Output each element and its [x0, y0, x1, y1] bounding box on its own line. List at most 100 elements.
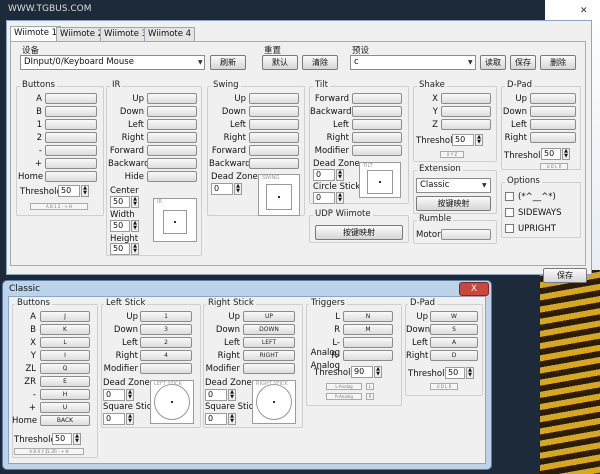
- dpad-threshold-input[interactable]: 50: [541, 148, 561, 160]
- ir-mapping-button[interactable]: [147, 132, 197, 143]
- trigger-mapping-button[interactable]: [343, 350, 393, 361]
- classic-threshold-input[interactable]: 50: [52, 433, 72, 445]
- shake-threshold-input[interactable]: 50: [452, 134, 474, 146]
- classic-button-mapping-button[interactable]: L: [40, 337, 90, 348]
- trigger-mapping-button[interactable]: N: [343, 311, 393, 322]
- swing-mapping-button[interactable]: [249, 158, 299, 169]
- buttons-mapping-button[interactable]: [45, 132, 97, 143]
- dpad-mapping-button[interactable]: [530, 93, 576, 104]
- height-input[interactable]: 50: [110, 243, 130, 255]
- motor-button[interactable]: [441, 229, 491, 240]
- tilt-mapping-button[interactable]: [352, 93, 402, 104]
- load-button[interactable]: 读取: [480, 55, 506, 70]
- classic-dpad-threshold-spinner[interactable]: ▲ ▼: [466, 367, 474, 379]
- tab-wiimote-4[interactable]: Wiimote 4: [144, 27, 196, 41]
- swing-mapping-button[interactable]: [249, 93, 299, 104]
- tilt-mapping-button[interactable]: [352, 145, 402, 156]
- shake-mapping-button[interactable]: [441, 106, 491, 117]
- width-spinner[interactable]: ▲ ▼: [131, 220, 139, 232]
- buttons-mapping-button[interactable]: [45, 106, 97, 117]
- shake-mapping-button[interactable]: [441, 93, 491, 104]
- sideways-checkbox[interactable]: [505, 208, 514, 217]
- buttons-mapping-button[interactable]: [45, 119, 97, 130]
- classic-button-mapping-button[interactable]: J: [40, 311, 90, 322]
- left-deadzone-input[interactable]: 0: [103, 389, 125, 401]
- classic-button-mapping-button[interactable]: U: [40, 402, 90, 413]
- swing-mapping-button[interactable]: [249, 106, 299, 117]
- classic-dpad-mapping-button[interactable]: D: [430, 350, 478, 361]
- tilt-mapping-button[interactable]: [352, 106, 402, 117]
- deadzone-spinner[interactable]: ▲ ▼: [234, 183, 242, 195]
- deadzone-input[interactable]: 0: [211, 183, 233, 195]
- ir-mapping-button[interactable]: [147, 171, 197, 182]
- right-stick-mapping-button[interactable]: DOWN: [243, 324, 295, 335]
- right-stick-mapping-button[interactable]: LEFT: [243, 337, 295, 348]
- tab-wiimote-1[interactable]: Wiimote 1: [10, 26, 62, 42]
- close-button[interactable]: X: [459, 282, 489, 296]
- option-checkbox-1[interactable]: [505, 192, 514, 201]
- circle-stick-spinner[interactable]: ▲ ▼: [336, 192, 344, 204]
- tilt-deadzone-input[interactable]: 0: [313, 169, 335, 181]
- classic-button-mapping-button[interactable]: E: [40, 376, 90, 387]
- swing-mapping-button[interactable]: [249, 145, 299, 156]
- classic-button-mapping-button[interactable]: Q: [40, 363, 90, 374]
- default-button[interactable]: 默认: [262, 55, 298, 70]
- left-deadzone-spinner[interactable]: ▲ ▼: [126, 389, 134, 401]
- center-input[interactable]: 50: [110, 196, 130, 208]
- swing-mapping-button[interactable]: [249, 119, 299, 130]
- right-square-spinner[interactable]: ▲ ▼: [228, 413, 236, 425]
- trigger-mapping-button[interactable]: M: [343, 324, 393, 335]
- udp-mapping-button[interactable]: 按键映射: [315, 225, 403, 240]
- dpad-mapping-button[interactable]: [530, 119, 576, 130]
- device-select[interactable]: DInput/0/Keyboard Mouse: [20, 55, 205, 70]
- left-square-spinner[interactable]: ▲ ▼: [126, 413, 134, 425]
- save-preset-button[interactable]: 保存: [510, 55, 536, 70]
- classic-dpad-mapping-button[interactable]: S: [430, 324, 478, 335]
- ir-mapping-button[interactable]: [147, 119, 197, 130]
- classic-button-mapping-button[interactable]: BACK: [40, 415, 90, 426]
- preset-select[interactable]: c: [350, 55, 476, 70]
- classic-dpad-threshold-input[interactable]: 50: [445, 367, 465, 379]
- triggers-threshold-input[interactable]: 90: [351, 366, 373, 378]
- extension-mapping-button[interactable]: 按键映射: [416, 196, 491, 211]
- refresh-button[interactable]: 刷新: [210, 55, 246, 70]
- threshold-input[interactable]: 50: [58, 185, 80, 197]
- shake-threshold-spinner[interactable]: ▲ ▼: [475, 134, 483, 146]
- swing-mapping-button[interactable]: [249, 132, 299, 143]
- right-stick-mapping-button[interactable]: RIGHT: [243, 350, 295, 361]
- classic-button-mapping-button[interactable]: H: [40, 389, 90, 400]
- extension-select[interactable]: Classic: [416, 178, 491, 193]
- right-deadzone-input[interactable]: 0: [205, 389, 227, 401]
- buttons-mapping-button[interactable]: [45, 158, 97, 169]
- shake-mapping-button[interactable]: [441, 119, 491, 130]
- tilt-mapping-button[interactable]: [352, 132, 402, 143]
- height-spinner[interactable]: ▲ ▼: [131, 243, 139, 255]
- ir-mapping-button[interactable]: [147, 145, 197, 156]
- right-stick-mapping-button[interactable]: [243, 363, 295, 374]
- left-stick-mapping-button[interactable]: 4: [140, 350, 192, 361]
- center-spinner[interactable]: ▲ ▼: [131, 196, 139, 208]
- save-button[interactable]: 保存: [543, 268, 587, 283]
- left-stick-mapping-button[interactable]: 2: [140, 337, 192, 348]
- classic-threshold-spinner[interactable]: ▲ ▼: [73, 433, 81, 445]
- right-stick-mapping-button[interactable]: UP: [243, 311, 295, 322]
- tilt-mapping-button[interactable]: [352, 119, 402, 130]
- threshold-spinner[interactable]: ▲ ▼: [81, 185, 89, 197]
- close-icon[interactable]: ✕: [580, 6, 592, 16]
- dpad-mapping-button[interactable]: [530, 132, 576, 143]
- left-stick-mapping-button[interactable]: 3: [140, 324, 192, 335]
- ir-mapping-button[interactable]: [147, 93, 197, 104]
- clear-button[interactable]: 清除: [302, 55, 338, 70]
- left-square-input[interactable]: 0: [103, 413, 125, 425]
- right-square-input[interactable]: 0: [205, 413, 227, 425]
- classic-dpad-mapping-button[interactable]: W: [430, 311, 478, 322]
- buttons-mapping-button[interactable]: [45, 145, 97, 156]
- buttons-mapping-button[interactable]: [45, 93, 97, 104]
- ir-mapping-button[interactable]: [147, 106, 197, 117]
- width-input[interactable]: 50: [110, 220, 130, 232]
- buttons-mapping-button[interactable]: [45, 171, 97, 182]
- tilt-deadzone-spinner[interactable]: ▲ ▼: [336, 169, 344, 181]
- triggers-threshold-spinner[interactable]: ▲ ▼: [374, 366, 382, 378]
- right-deadzone-spinner[interactable]: ▲ ▼: [228, 389, 236, 401]
- ir-mapping-button[interactable]: [147, 158, 197, 169]
